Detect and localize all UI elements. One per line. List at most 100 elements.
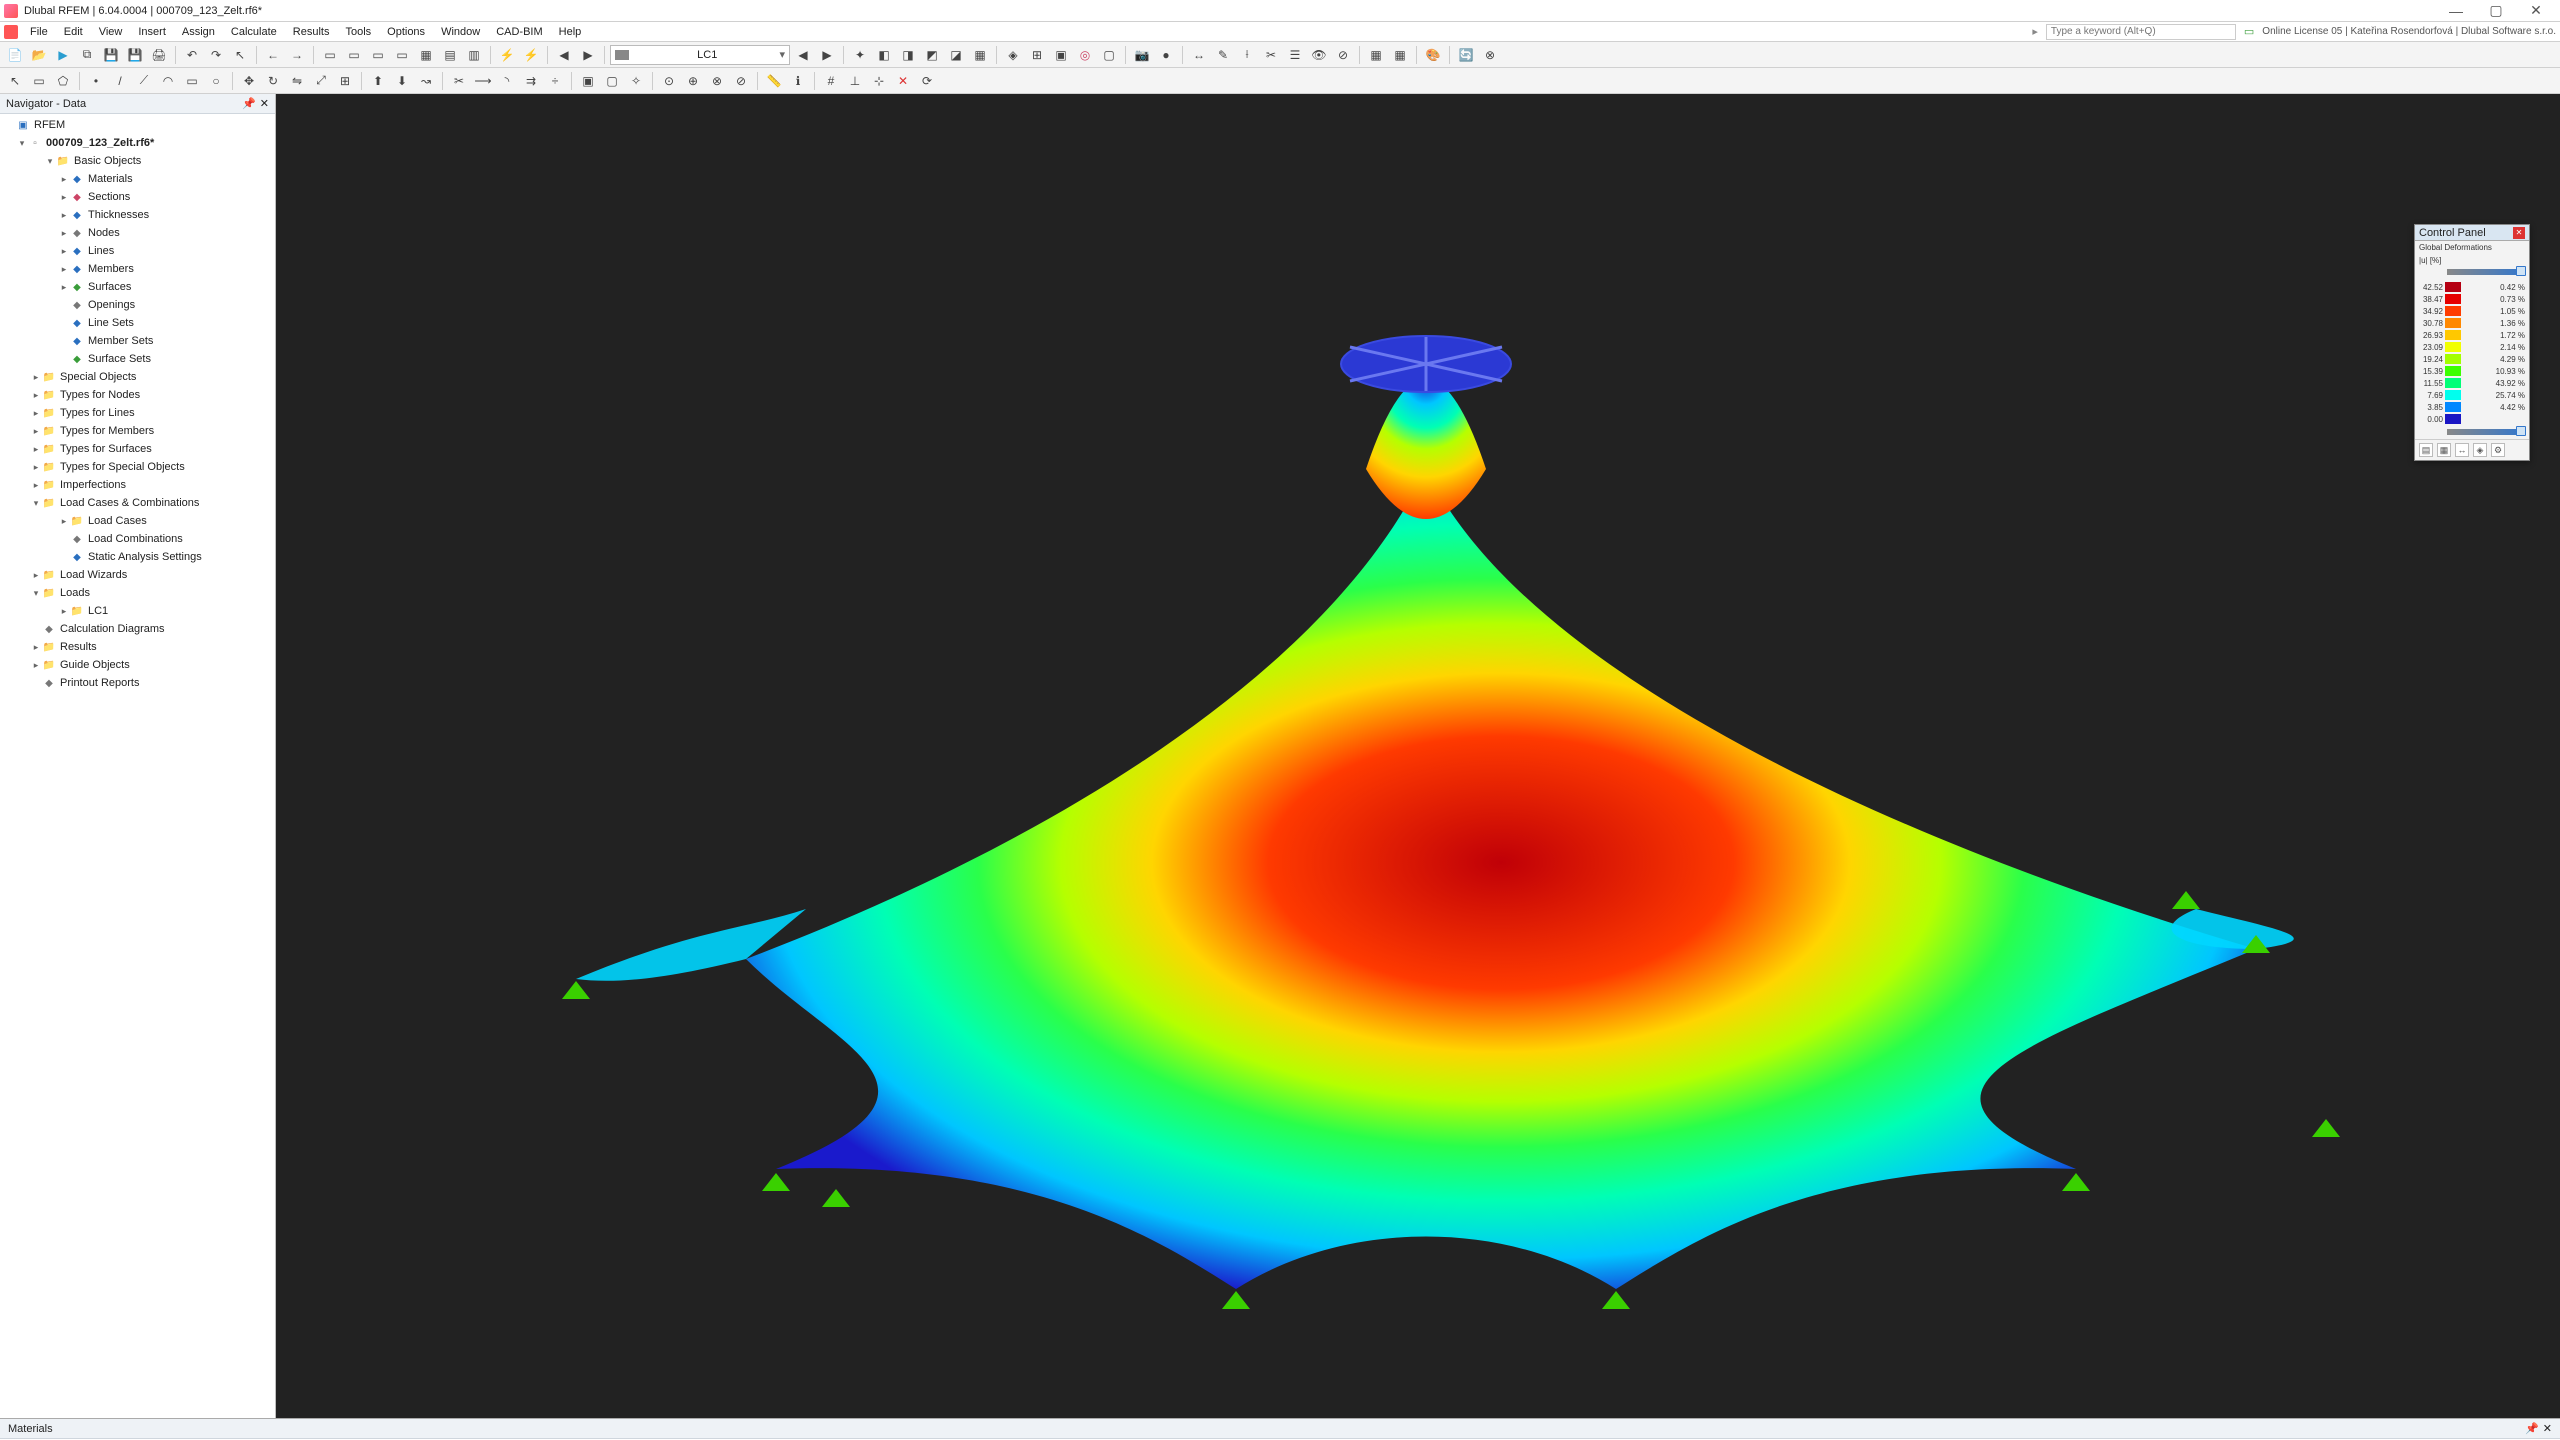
line-icon[interactable]: / bbox=[109, 70, 131, 92]
sel-poly-icon[interactable]: ⬠ bbox=[52, 70, 74, 92]
tree-item[interactable]: ▸◆Materials bbox=[0, 170, 275, 188]
window-tile-icon[interactable]: ▦ bbox=[415, 44, 437, 66]
move-icon[interactable]: ✥ bbox=[238, 70, 260, 92]
cp-colors-icon[interactable]: ▤ bbox=[2419, 443, 2433, 457]
annot-icon[interactable]: ✎ bbox=[1212, 44, 1234, 66]
trim-icon[interactable]: ✂ bbox=[448, 70, 470, 92]
menu-insert[interactable]: Insert bbox=[130, 26, 174, 38]
copy-icon[interactable]: ⧉ bbox=[76, 44, 98, 66]
snap-1-icon[interactable]: ⊙ bbox=[658, 70, 680, 92]
snap-toggle-icon[interactable]: # bbox=[820, 70, 842, 92]
lc-next-icon[interactable]: ▶ bbox=[816, 44, 838, 66]
undo-icon[interactable]: ↶ bbox=[181, 44, 203, 66]
dock-close-icon[interactable]: ✕ bbox=[2543, 1422, 2552, 1435]
legend-max-slider[interactable] bbox=[2447, 269, 2523, 275]
tree-item[interactable]: ▸◆Members bbox=[0, 260, 275, 278]
coord-icon[interactable]: ⊹ bbox=[868, 70, 890, 92]
hide-icon[interactable]: ⊘ bbox=[1332, 44, 1354, 66]
forward-icon[interactable]: → bbox=[286, 44, 308, 66]
window-1-icon[interactable]: ▭ bbox=[319, 44, 341, 66]
loadcase-dropdown[interactable]: LC1▾ bbox=[610, 45, 790, 65]
tree-item[interactable]: ▸◆Nodes bbox=[0, 224, 275, 242]
show-2-icon[interactable]: ▦ bbox=[1389, 44, 1411, 66]
cube-icon[interactable]: ▣ bbox=[1050, 44, 1072, 66]
tree-item[interactable]: ▸📁Types for Nodes bbox=[0, 386, 275, 404]
tree-item[interactable]: ▸📁Types for Lines bbox=[0, 404, 275, 422]
tree-item[interactable]: ◆Calculation Diagrams bbox=[0, 620, 275, 638]
app-menu-icon[interactable] bbox=[4, 25, 18, 39]
cp-range-icon[interactable]: ↔ bbox=[2455, 443, 2469, 457]
tree-item[interactable]: ▸◆Sections bbox=[0, 188, 275, 206]
snap-4-icon[interactable]: ⊘ bbox=[730, 70, 752, 92]
tree-item[interactable]: ◆Openings bbox=[0, 296, 275, 314]
pointer-icon[interactable]: ↖ bbox=[229, 44, 251, 66]
pin-icon[interactable]: 📌 bbox=[242, 97, 256, 110]
cp-settings-icon[interactable]: ⚙ bbox=[2491, 443, 2505, 457]
record-icon[interactable]: ● bbox=[1155, 44, 1177, 66]
render-icon[interactable]: ◎ bbox=[1074, 44, 1096, 66]
extend-icon[interactable]: ⟶ bbox=[472, 70, 494, 92]
table-icon[interactable]: ▥ bbox=[463, 44, 485, 66]
control-panel[interactable]: Control Panel✕ Global Deformations |u| [… bbox=[2414, 224, 2530, 461]
cp-values-icon[interactable]: ▦ bbox=[2437, 443, 2451, 457]
tree-item[interactable]: ▸◆Lines bbox=[0, 242, 275, 260]
menu-cad-bim[interactable]: CAD-BIM bbox=[488, 26, 550, 38]
tree-project[interactable]: ▾▫000709_123_Zelt.rf6* bbox=[0, 134, 275, 152]
cp-iso-icon[interactable]: ◈ bbox=[2473, 443, 2487, 457]
menu-results[interactable]: Results bbox=[285, 26, 338, 38]
keyword-search-input[interactable] bbox=[2046, 24, 2236, 40]
delete-icon[interactable]: ✕ bbox=[892, 70, 914, 92]
polyline-icon[interactable]: ⟋ bbox=[133, 70, 155, 92]
tree-item[interactable]: ▸📁Load Cases bbox=[0, 512, 275, 530]
tree-item[interactable]: ◆Static Analysis Settings bbox=[0, 548, 275, 566]
legend-min-slider[interactable] bbox=[2447, 429, 2523, 435]
print-icon[interactable]: 🖨 bbox=[148, 44, 170, 66]
view-e-icon[interactable]: ◪ bbox=[945, 44, 967, 66]
view-a-icon[interactable]: ✦ bbox=[849, 44, 871, 66]
extrude-icon[interactable]: ⬆ bbox=[367, 70, 389, 92]
menu-help[interactable]: Help bbox=[551, 26, 590, 38]
layer-icon[interactable]: ☰ bbox=[1284, 44, 1306, 66]
tree-item[interactable]: ▸📁Imperfections bbox=[0, 476, 275, 494]
offset-icon[interactable]: ⇉ bbox=[520, 70, 542, 92]
tree-item[interactable]: ◆Member Sets bbox=[0, 332, 275, 350]
cam-icon[interactable]: 📷 bbox=[1131, 44, 1153, 66]
wireframe-icon[interactable]: ▢ bbox=[1098, 44, 1120, 66]
menu-edit[interactable]: Edit bbox=[56, 26, 91, 38]
mirror-icon[interactable]: ⇋ bbox=[286, 70, 308, 92]
panel-icon[interactable]: ▤ bbox=[439, 44, 461, 66]
view-c-icon[interactable]: ◨ bbox=[897, 44, 919, 66]
info-icon[interactable]: ℹ bbox=[787, 70, 809, 92]
tree-item[interactable]: ◆Line Sets bbox=[0, 314, 275, 332]
menu-window[interactable]: Window bbox=[433, 26, 488, 38]
tree-item[interactable]: ▸📁Load Wizards bbox=[0, 566, 275, 584]
dock-pin-icon[interactable]: 📌 bbox=[2525, 1422, 2539, 1435]
scale-icon[interactable]: ⤢ bbox=[310, 70, 332, 92]
sec-icon[interactable]: ⟊ bbox=[1236, 44, 1258, 66]
rotate-icon[interactable]: ↻ bbox=[262, 70, 284, 92]
close-button[interactable]: ✕ bbox=[2516, 0, 2556, 22]
select-icon[interactable]: ↖ bbox=[4, 70, 26, 92]
tree-item[interactable]: ▾📁Basic Objects bbox=[0, 152, 275, 170]
group-icon[interactable]: ▣ bbox=[577, 70, 599, 92]
run-icon[interactable]: ▶ bbox=[52, 44, 74, 66]
divide-icon[interactable]: ÷ bbox=[544, 70, 566, 92]
dim-icon[interactable]: ↔ bbox=[1188, 44, 1210, 66]
tree-item[interactable]: ◆Load Combinations bbox=[0, 530, 275, 548]
window-2-icon[interactable]: ▭ bbox=[343, 44, 365, 66]
update-icon[interactable]: 🔄 bbox=[1455, 44, 1477, 66]
grid-icon[interactable]: ▦ bbox=[969, 44, 991, 66]
tree-root[interactable]: ▣RFEM bbox=[0, 116, 275, 134]
maximize-button[interactable]: ▢ bbox=[2476, 0, 2516, 22]
snap-3-icon[interactable]: ⊗ bbox=[706, 70, 728, 92]
loft-icon[interactable]: ⬇ bbox=[391, 70, 413, 92]
tree-item[interactable]: ▸◆Thicknesses bbox=[0, 206, 275, 224]
tree-item[interactable]: ◆Surface Sets bbox=[0, 350, 275, 368]
menu-file[interactable]: File bbox=[22, 26, 56, 38]
prev-lc-icon[interactable]: ◀ bbox=[553, 44, 575, 66]
window-3-icon[interactable]: ▭ bbox=[367, 44, 389, 66]
save-icon[interactable]: 💾 bbox=[100, 44, 122, 66]
tree-item[interactable]: ▸📁Results bbox=[0, 638, 275, 656]
menu-tools[interactable]: Tools bbox=[337, 26, 379, 38]
visib-icon[interactable]: 👁 bbox=[1308, 44, 1330, 66]
